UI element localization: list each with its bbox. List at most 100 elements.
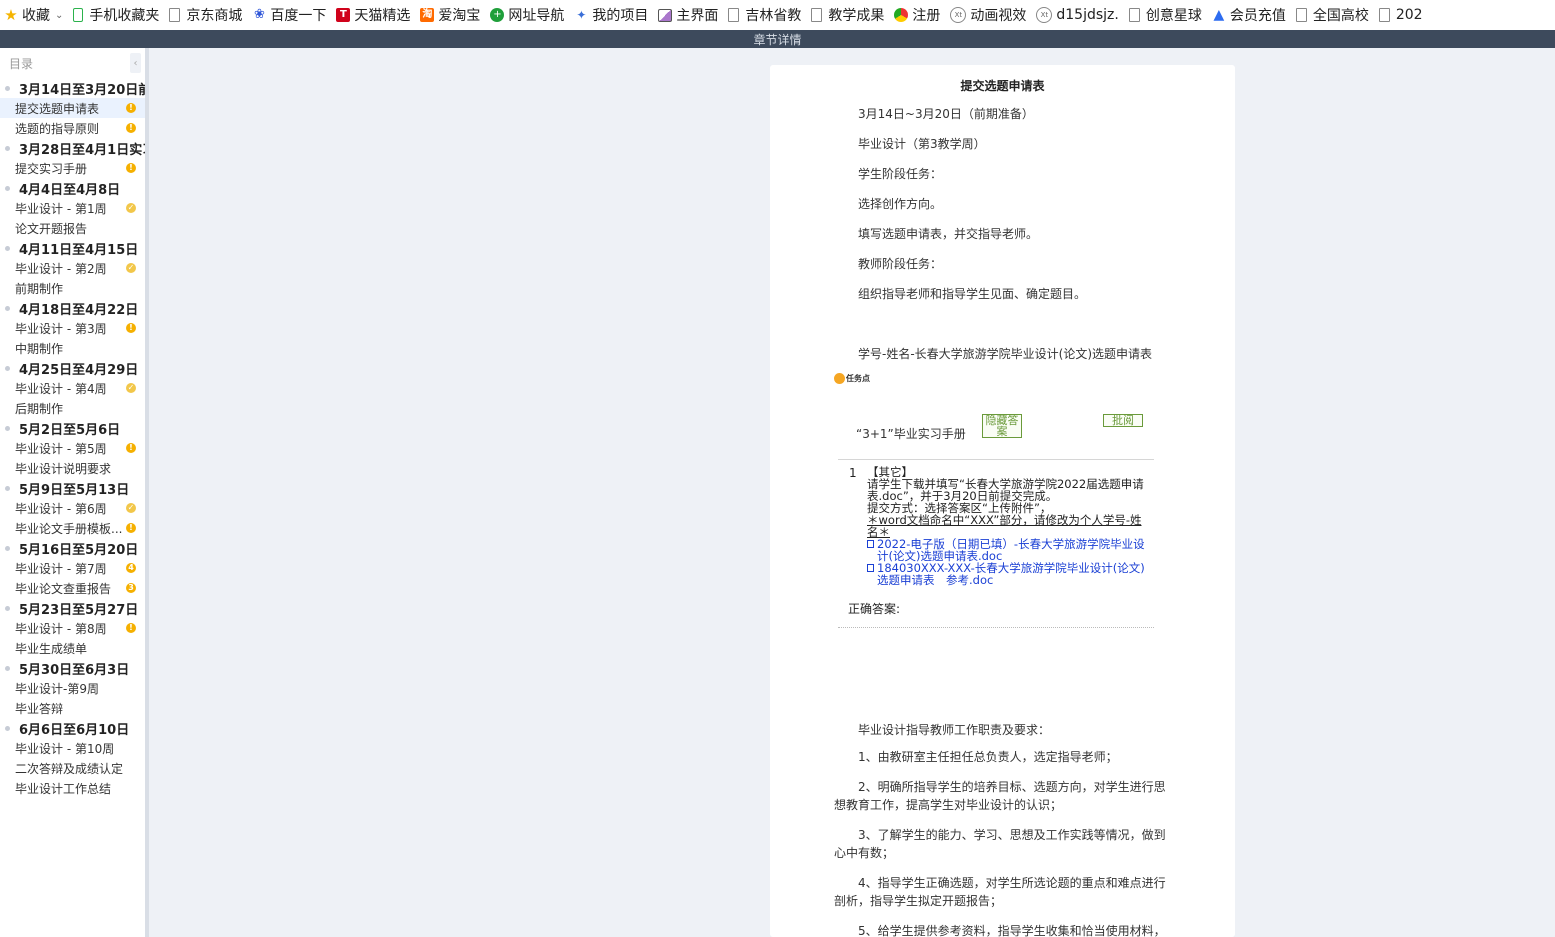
attachment-link[interactable]: 2022-电子版（日期已填）-长春大学旅游学院毕业设计(论文)选题申请表.doc bbox=[867, 538, 1150, 562]
attachment-link[interactable]: 184030XXX-XXX-长春大学旅游学院毕业设计(论文)选题申请表 参考.d… bbox=[867, 562, 1150, 586]
sidebar-item[interactable]: 提交选题申请表! bbox=[0, 98, 145, 118]
bookmark-item[interactable]: 吉林省教 bbox=[724, 0, 807, 30]
doc-icon bbox=[1378, 8, 1390, 22]
bookmark-label: 主界面 bbox=[676, 8, 719, 24]
sidebar-item[interactable]: 二次答辩及成绩认定 bbox=[0, 758, 145, 778]
task-status-icon: ✓ bbox=[126, 263, 136, 273]
sidebar-item[interactable]: 毕业设计 - 第10周 bbox=[0, 738, 145, 758]
section-label: 3月14日至3月20日前期准备 bbox=[19, 82, 145, 98]
bookmark-item[interactable]: ✦ 我的项目 bbox=[570, 0, 654, 30]
sidebar-item-label: 毕业设计 - 第1周 bbox=[15, 201, 107, 216]
sidebar-section-title[interactable]: 5月23日至5月27日 bbox=[0, 598, 145, 618]
sidebar-item[interactable]: 中期制作 bbox=[0, 338, 145, 358]
sidebar-item[interactable]: 毕业答辩 bbox=[0, 698, 145, 718]
bookmark-item[interactable]: ▲ 会员充值 bbox=[1208, 0, 1292, 30]
bookmark-item[interactable]: 教学成果 bbox=[807, 0, 890, 30]
sidebar-section-title[interactable]: 4月25日至4月29日 bbox=[0, 358, 145, 378]
chapter-list: 3月14日至3月20日前期准备提交选题申请表!选题的指导原则!3月28日至4月1… bbox=[0, 78, 145, 798]
sidebar-item[interactable]: 后期制作 bbox=[0, 398, 145, 418]
sidebar-item-label: 毕业生成绩单 bbox=[15, 641, 88, 656]
review-button[interactable]: 批阅 bbox=[1103, 414, 1143, 427]
sidebar-item-label: 前期制作 bbox=[15, 281, 64, 296]
sidebar-item-label: 毕业设计 - 第4周 bbox=[15, 381, 107, 396]
sidebar-section-title[interactable]: 3月28日至4月1日实习 bbox=[0, 138, 145, 158]
question-text: 请学生下载并填写“长春大学旅游学院2022届选题申请表.doc”，并于3月20日… bbox=[867, 477, 1144, 503]
sidebar-section-title[interactable]: 5月30日至6月3日 bbox=[0, 658, 145, 678]
duty-item: 5、给学生提供参考资料，指导学生收集和恰当使用材料， bbox=[858, 924, 1166, 937]
sidebar-item-label: 毕业设计 - 第5周 bbox=[15, 441, 107, 456]
content-line: 3月14日~3月20日（前期准备） bbox=[858, 107, 1034, 121]
sidebar-section-title[interactable]: 4月4日至4月8日 bbox=[0, 178, 145, 198]
section-label: 5月9日至5月13日 bbox=[19, 482, 130, 498]
sidebar-item-label: 毕业设计 - 第6周 bbox=[15, 501, 107, 516]
bookmark-item[interactable]: ★ 收藏 ⌄ bbox=[0, 0, 69, 30]
task-status-icon: ! bbox=[126, 323, 136, 333]
sidebar-item[interactable]: 毕业设计 - 第5周! bbox=[0, 438, 145, 458]
bookmark-item[interactable]: 注册 bbox=[890, 0, 946, 30]
bookmark-item[interactable]: T 天猫精选 bbox=[332, 0, 416, 30]
duty-item: 1、由教研室主任担任总负责人，选定指导老师； bbox=[858, 750, 1118, 764]
task-status-icon: ! bbox=[126, 123, 136, 133]
task-status-icon: ✓ bbox=[126, 503, 136, 513]
duties-title: 毕业设计指导教师工作职责及要求： bbox=[858, 723, 1051, 737]
sidebar-item[interactable]: 毕业设计工作总结 bbox=[0, 778, 145, 798]
file-icon bbox=[867, 540, 874, 548]
sidebar-item[interactable]: 毕业生成绩单 bbox=[0, 638, 145, 658]
sidebar-item[interactable]: 毕业论文查重报告 3 bbox=[0, 578, 145, 598]
bookmark-item[interactable]: 淘爱淘宝 bbox=[416, 0, 486, 30]
bookmark-item[interactable]: Xt 动画视效 bbox=[946, 0, 1032, 30]
sidebar-item[interactable]: 论文开题报告 bbox=[0, 218, 145, 238]
sidebar-item[interactable]: 毕业论文手册模板...! bbox=[0, 518, 145, 538]
sidebar-item[interactable]: 提交实习手册! bbox=[0, 158, 145, 178]
sidebar-section-title[interactable]: 4月18日至4月22日 bbox=[0, 298, 145, 318]
sidebar-item-label: 毕业设计 - 第7周 bbox=[15, 561, 107, 576]
sidebar-item[interactable]: 毕业设计说明要求 bbox=[0, 458, 145, 478]
bookmark-label: 手机收藏夹 bbox=[89, 8, 160, 24]
bookmark-item[interactable]: + 网址导航 bbox=[486, 0, 570, 30]
sidebar-section-title[interactable]: 5月2日至5月6日 bbox=[0, 418, 145, 438]
attachment-name: 2022-电子版（日期已填）-长春大学旅游学院毕业设计(论文)选题申请表.doc bbox=[877, 537, 1145, 563]
sidebar-item-label: 毕业设计 - 第2周 bbox=[15, 261, 107, 276]
sidebar-section-title[interactable]: 5月9日至5月13日 bbox=[0, 478, 145, 498]
bullet-icon bbox=[5, 85, 10, 91]
sidebar-item[interactable]: 毕业设计 - 第3周! bbox=[0, 318, 145, 338]
sidebar-item[interactable]: 毕业设计-第9周 bbox=[0, 678, 145, 698]
sidebar-collapse-button[interactable]: ‹ bbox=[130, 53, 141, 73]
task-point-label: 任务点 bbox=[846, 374, 870, 383]
bookmark-item[interactable]: 创意星球 bbox=[1125, 0, 1208, 30]
sidebar-item[interactable]: 毕业设计 - 第6周 ✓ bbox=[0, 498, 145, 518]
chevron-down-icon[interactable]: ⌄ bbox=[55, 10, 63, 21]
bookmark-item[interactable]: 京东商城 bbox=[165, 0, 248, 30]
sidebar-item[interactable]: 毕业设计 - 第4周 ✓ bbox=[0, 378, 145, 398]
bookmark-item[interactable]: Xt d15jdsjz. bbox=[1032, 0, 1124, 30]
sidebar-item[interactable]: 毕业设计 - 第1周 ✓ bbox=[0, 198, 145, 218]
bookmark-item[interactable]: 主界面 bbox=[654, 0, 724, 30]
bullet-icon bbox=[5, 425, 10, 431]
bookmark-item[interactable]: 全国高校 bbox=[1292, 0, 1375, 30]
question-note: ＊word文档命名中“XXX”部分，请修改为个人学号-姓名＊ bbox=[867, 513, 1142, 539]
sidebar-item[interactable]: 毕业设计 - 第8周! bbox=[0, 618, 145, 638]
section-label: 4月18日至4月22日 bbox=[19, 302, 139, 318]
sidebar-section-title[interactable]: 4月11日至4月15日 bbox=[0, 238, 145, 258]
task-status-icon: ! bbox=[126, 103, 136, 113]
sidebar-item[interactable]: 毕业设计 - 第7周 4 bbox=[0, 558, 145, 578]
sidebar-section-title[interactable]: 6月6日至6月10日 bbox=[0, 718, 145, 738]
bullet-icon bbox=[5, 365, 10, 371]
bookmark-item[interactable]: ❀ 百度一下 bbox=[248, 0, 332, 30]
sidebar-item[interactable]: 前期制作 bbox=[0, 278, 145, 298]
page-header-title: 章节详情 bbox=[753, 32, 802, 47]
hide-answer-button[interactable]: 隐藏答案 bbox=[982, 414, 1022, 438]
bookmark-item[interactable]: 手机收藏夹 bbox=[69, 0, 165, 30]
sidebar-item[interactable]: 毕业设计 - 第2周 ✓ bbox=[0, 258, 145, 278]
sidebar-item[interactable]: 选题的指导原则! bbox=[0, 118, 145, 138]
bookmark-label: 教学成果 bbox=[828, 8, 885, 24]
duty-item: 3、了解学生的能力、学习、思想及工作实践等情况，做到心中有数； bbox=[834, 828, 1166, 860]
sidebar-section-title[interactable]: 5月16日至5月20日 bbox=[0, 538, 145, 558]
bookmark-item[interactable]: 202 bbox=[1375, 0, 1429, 30]
bullet-icon bbox=[5, 725, 10, 731]
section-label: 5月16日至5月20日 bbox=[19, 542, 139, 558]
sidebar-section-title[interactable]: 3月14日至3月20日前期准备 bbox=[0, 78, 145, 98]
sidebar-header: 目录 ‹ bbox=[0, 48, 145, 78]
section-label: 6月6日至6月10日 bbox=[19, 722, 130, 738]
sidebar-item-label: 二次答辩及成绩认定 bbox=[15, 761, 124, 776]
